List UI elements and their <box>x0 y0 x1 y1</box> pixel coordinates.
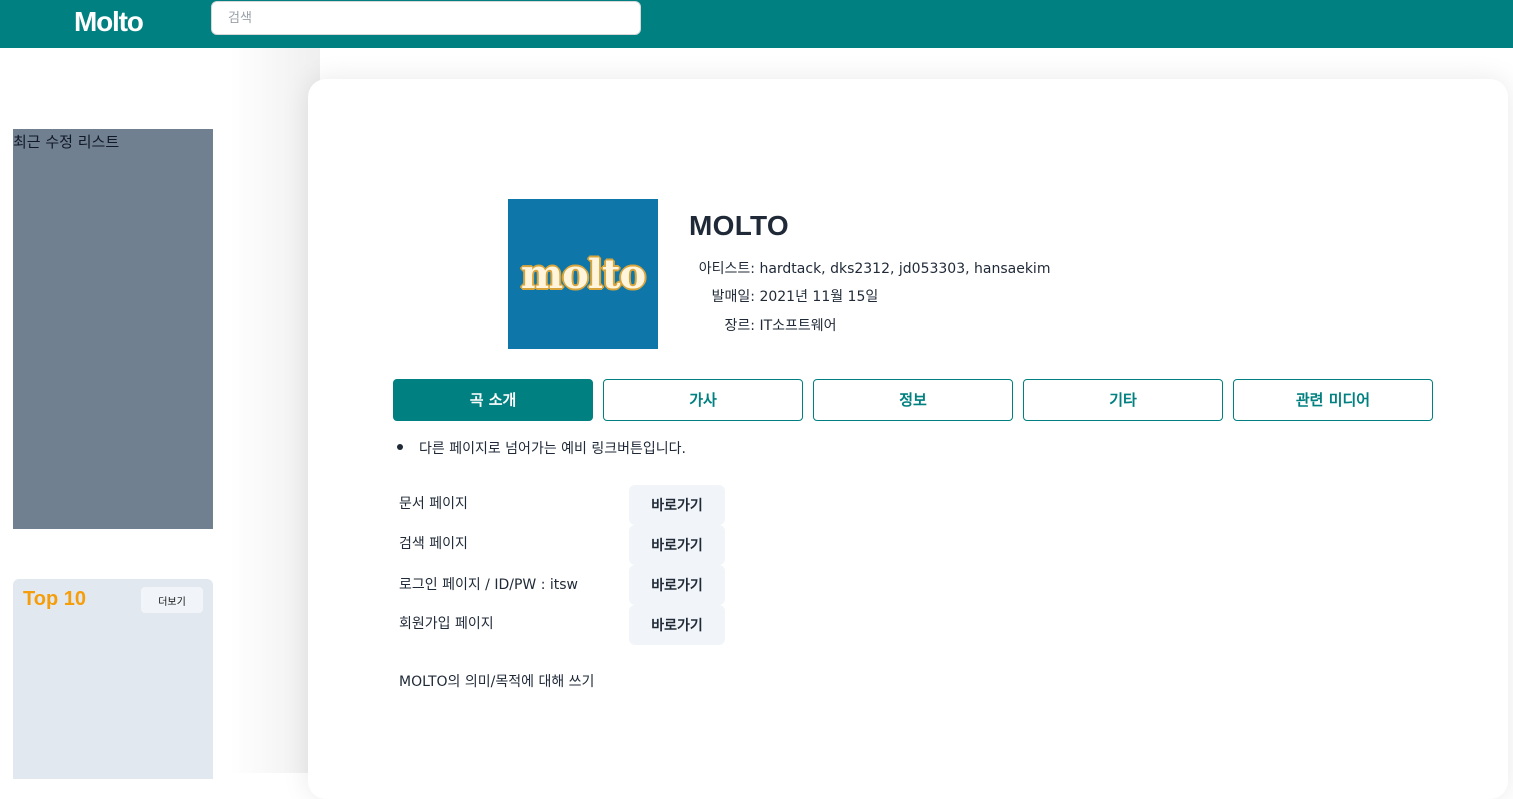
link-label-search: 검색 페이지 <box>399 536 468 552</box>
search-input[interactable] <box>211 1 641 35</box>
album-art-logo: molto <box>520 250 646 298</box>
top10-more-button[interactable]: 더보기 <box>141 587 203 613</box>
recent-edits-title: 최근 수정 리스트 <box>13 133 120 151</box>
tab-lyrics[interactable]: 가사 <box>603 379 803 421</box>
notice-list-item: 다른 페이지로 넘어가는 예비 링크버튼입니다. <box>397 438 686 458</box>
recent-edits-panel: 최근 수정 리스트 <box>13 129 213 529</box>
go-login-button[interactable]: 바로가기 <box>629 565 725 605</box>
description-text: MOLTO의 의미/목적에 대해 쓰기 <box>399 674 595 690</box>
genre-row: 장르: IT소프트웨어 <box>689 315 837 335</box>
artist-key: 아티스트: <box>698 261 755 277</box>
link-label-docs: 문서 페이지 <box>399 496 468 512</box>
notice-text: 다른 페이지로 넘어가는 예비 링크버튼입니다. <box>419 441 686 457</box>
site-logo[interactable]: Molto <box>74 4 144 40</box>
genre-value: IT소프트웨어 <box>759 318 837 334</box>
link-label-signup: 회원가입 페이지 <box>399 616 494 632</box>
top10-title: Top 10 <box>23 588 86 610</box>
tab-related-media[interactable]: 관련 미디어 <box>1233 379 1433 421</box>
go-search-button[interactable]: 바로가기 <box>629 525 725 565</box>
tab-info[interactable]: 정보 <box>813 379 1013 421</box>
release-date-row: 발매일: 2021년 11월 15일 <box>689 286 879 306</box>
genre-key: 장르: <box>724 318 755 334</box>
top10-panel: Top 10 더보기 <box>13 579 213 779</box>
album-art: molto <box>508 199 658 349</box>
go-signup-button[interactable]: 바로가기 <box>629 605 725 645</box>
release-date-key: 발매일: <box>711 289 755 305</box>
bullet-dot <box>397 444 403 450</box>
go-docs-button[interactable]: 바로가기 <box>629 485 725 525</box>
link-label-login: 로그인 페이지 / ID/PW : itsw <box>399 577 578 593</box>
tab-song-intro[interactable]: 곡 소개 <box>393 379 593 421</box>
tab-etc[interactable]: 기타 <box>1023 379 1223 421</box>
main-shadow <box>230 48 320 773</box>
song-title: MOLTO <box>689 210 790 241</box>
artist-value: hardtack, dks2312, jd053303, hansaekim <box>759 261 1051 277</box>
top-nav-bar: Molto <box>0 0 1513 48</box>
artist-row: 아티스트: hardtack, dks2312, jd053303, hansa… <box>689 258 1051 278</box>
release-date-value: 2021년 11월 15일 <box>759 289 879 305</box>
